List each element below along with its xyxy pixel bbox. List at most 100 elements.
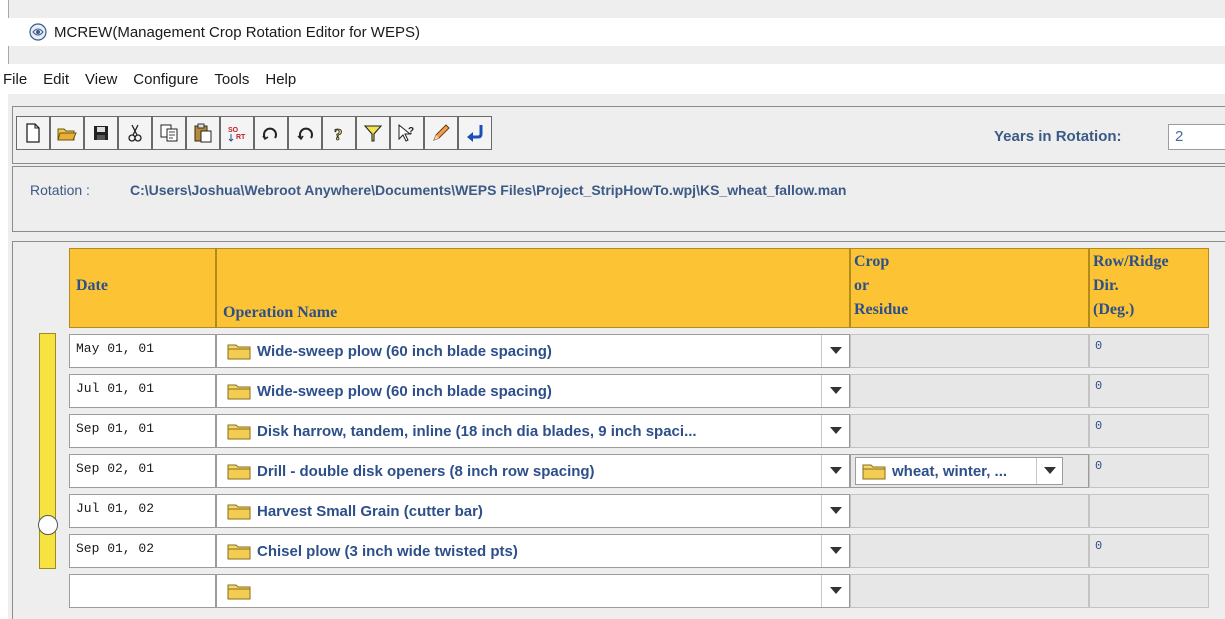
cut-button[interactable] (118, 116, 152, 150)
folder-icon[interactable] (862, 462, 886, 480)
menu-help[interactable]: Help (257, 71, 304, 88)
header-row-dir[interactable]: Row/Ridge Dir. (Deg.) (1089, 248, 1209, 328)
header-crop-line2: or (854, 277, 870, 294)
crop-cell[interactable] (850, 374, 1089, 408)
date-cell[interactable]: Sep 01, 01 (69, 414, 216, 448)
svg-text:?: ? (408, 126, 414, 137)
row-dir-cell[interactable]: 0 (1089, 414, 1209, 448)
copy-icon (160, 124, 178, 142)
date-cell[interactable]: Jul 01, 02 (69, 494, 216, 528)
row-dir-cell[interactable]: 0 (1089, 534, 1209, 568)
header-date-label: Date (76, 277, 108, 294)
copy-button[interactable] (152, 116, 186, 150)
row-dir-cell[interactable]: 0 (1089, 334, 1209, 368)
crop-cell[interactable]: wheat, winter, ... (850, 454, 1089, 488)
operation-name: Wide-sweep plow (60 inch blade spacing) (257, 382, 552, 400)
row-dir-cell[interactable]: 0 (1089, 454, 1209, 488)
dropdown-arrow-icon[interactable] (821, 575, 849, 607)
menu-edit[interactable]: Edit (35, 71, 77, 88)
dropdown-arrow-icon[interactable] (821, 495, 849, 527)
paste-button[interactable] (186, 116, 220, 150)
svg-text:RT: RT (236, 134, 246, 141)
year-slider-thumb[interactable] (38, 515, 58, 535)
crop-name: wheat, winter, ... (892, 462, 1008, 480)
new-icon (26, 123, 40, 143)
sort-icon: SORT (228, 127, 246, 142)
folder-icon[interactable] (227, 422, 251, 440)
dropdown-arrow-icon[interactable] (1036, 458, 1062, 484)
new-button[interactable] (16, 116, 50, 150)
svg-text:?: ? (334, 125, 343, 144)
dropdown-arrow-icon[interactable] (821, 455, 849, 487)
row-dir-cell[interactable] (1089, 574, 1209, 608)
menu-bar: File Edit View Configure Tools Help (0, 64, 1225, 94)
help-button[interactable]: ? (322, 116, 356, 150)
window-title: MCREW(Management Crop Rotation Editor fo… (54, 23, 420, 41)
operation-name: Wide-sweep plow (60 inch blade spacing) (257, 342, 552, 360)
header-crop-line3: Residue (854, 301, 909, 318)
operation-combo[interactable]: Chisel plow (3 inch wide twisted pts) (216, 534, 850, 568)
crop-cell[interactable] (850, 414, 1089, 448)
header-operation[interactable]: Operation Name (216, 248, 850, 328)
operation-combo[interactable]: Harvest Small Grain (cutter bar) (216, 494, 850, 528)
help-icon: ? (334, 125, 343, 144)
crop-cell[interactable] (850, 574, 1089, 608)
row-dir-cell[interactable] (1089, 494, 1209, 528)
header-dir-line3: (Deg.) (1093, 301, 1135, 318)
rotation-path: C:\Users\Joshua\Webroot Anywhere\Documen… (130, 182, 847, 198)
rotation-label: Rotation : (30, 182, 90, 198)
return-button[interactable] (458, 116, 492, 150)
folder-icon[interactable] (227, 382, 251, 400)
toolbar: SO RT ? ? (16, 116, 492, 150)
date-cell[interactable]: Sep 02, 01 (69, 454, 216, 488)
dropdown-arrow-icon[interactable] (821, 415, 849, 447)
undo-icon (297, 127, 313, 141)
open-icon (57, 128, 77, 141)
operation-name: Chisel plow (3 inch wide twisted pts) (257, 542, 518, 560)
crop-cell[interactable] (850, 334, 1089, 368)
operation-combo[interactable] (216, 574, 850, 608)
undo-button[interactable] (288, 116, 322, 150)
folder-icon[interactable] (227, 542, 251, 560)
operation-name: Harvest Small Grain (cutter bar) (257, 502, 483, 520)
menu-tools[interactable]: Tools (206, 71, 257, 88)
edit-pencil-icon (433, 124, 450, 141)
header-date[interactable]: Date (69, 248, 216, 328)
dropdown-arrow-icon[interactable] (821, 335, 849, 367)
edit-button[interactable] (424, 116, 458, 150)
dropdown-arrow-icon[interactable] (821, 535, 849, 567)
redo-button[interactable] (254, 116, 288, 150)
operation-combo[interactable]: Wide-sweep plow (60 inch blade spacing) (216, 374, 850, 408)
dropdown-arrow-icon[interactable] (821, 375, 849, 407)
date-cell[interactable]: Jul 01, 01 (69, 374, 216, 408)
row-dir-cell[interactable]: 0 (1089, 374, 1209, 408)
years-in-rotation-input[interactable]: 2 (1168, 124, 1225, 150)
menu-file[interactable]: File (0, 71, 35, 88)
save-button[interactable] (84, 116, 118, 150)
date-cell[interactable] (69, 574, 216, 608)
svg-text:SO: SO (228, 127, 239, 134)
open-button[interactable] (50, 116, 84, 150)
operation-combo[interactable]: Wide-sweep plow (60 inch blade spacing) (216, 334, 850, 368)
header-dir-line1: Row/Ridge (1093, 253, 1169, 270)
folder-icon[interactable] (227, 582, 251, 600)
date-cell[interactable]: Sep 01, 02 (69, 534, 216, 568)
crop-cell[interactable] (850, 494, 1089, 528)
operation-combo[interactable]: Disk harrow, tandem, inline (18 inch dia… (216, 414, 850, 448)
operation-name: Drill - double disk openers (8 inch row … (257, 462, 595, 480)
filter-button[interactable] (356, 116, 390, 150)
crop-cell[interactable] (850, 534, 1089, 568)
redo-icon (262, 127, 277, 141)
menu-configure[interactable]: Configure (125, 71, 206, 88)
header-crop[interactable]: Crop or Residue (850, 248, 1089, 328)
header-crop-line1: Crop (854, 253, 890, 270)
operation-combo[interactable]: Drill - double disk openers (8 inch row … (216, 454, 850, 488)
date-cell[interactable]: May 01, 01 (69, 334, 216, 368)
sort-button[interactable]: SO RT (220, 116, 254, 150)
folder-icon[interactable] (227, 342, 251, 360)
folder-icon[interactable] (227, 502, 251, 520)
menu-view[interactable]: View (77, 71, 125, 88)
folder-icon[interactable] (227, 462, 251, 480)
context-help-button[interactable]: ? (390, 116, 424, 150)
context-help-icon: ? (398, 123, 414, 142)
